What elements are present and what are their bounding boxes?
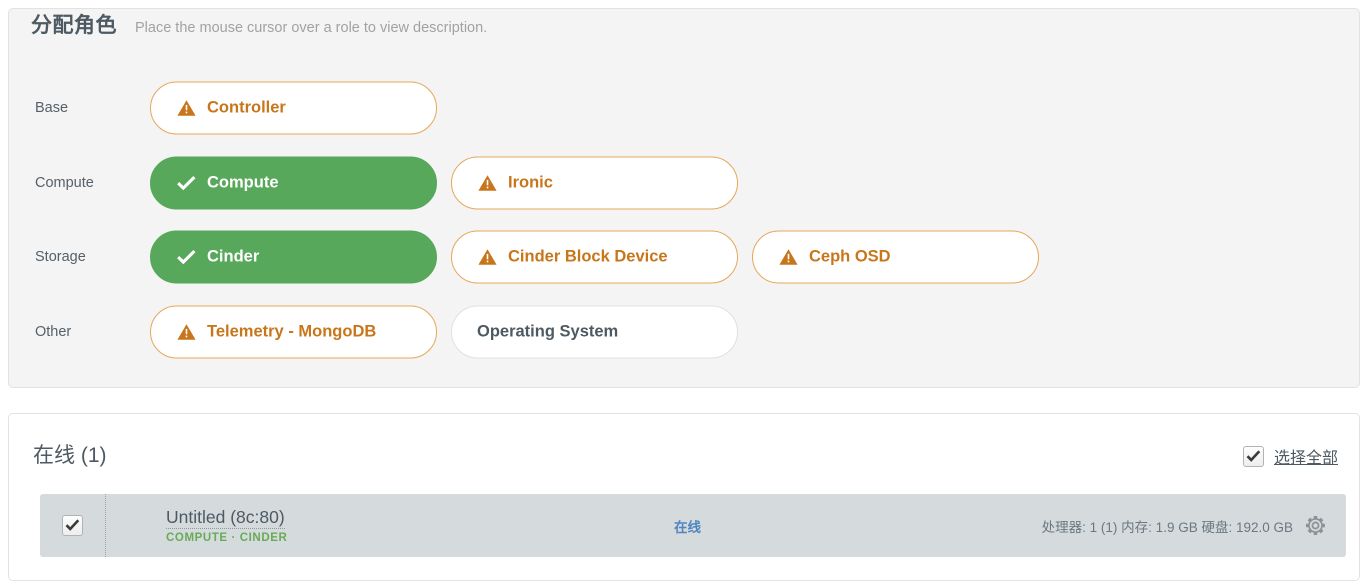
node-checkbox-cell[interactable] <box>40 494 106 557</box>
role-button-cinder-block-device[interactable]: Cinder Block Device <box>451 230 738 284</box>
role-buttons-base: Controller <box>150 81 437 135</box>
role-row-storage: Storage Cinder Cinder Block Device Ceph … <box>9 220 1359 295</box>
table-row[interactable]: Untitled (8c:80) COMPUTE · CINDER 在线 处理器… <box>40 494 1346 557</box>
warning-triangle-icon <box>176 100 196 117</box>
gear-icon <box>1306 516 1325 535</box>
warning-triangle-icon <box>477 249 497 266</box>
node-roles-label: COMPUTE · CINDER <box>166 532 288 545</box>
role-group-label-storage: Storage <box>35 249 86 266</box>
node-hardware-summary: 处理器: 1 (1) 内存: 1.9 GB 硬盘: 192.0 GB <box>1041 519 1293 535</box>
role-buttons-other: Telemetry - MongoDB Operating System <box>150 305 738 359</box>
role-button-label: Cinder Block Device <box>508 247 668 266</box>
role-button-ceph-osd[interactable]: Ceph OSD <box>752 230 1039 284</box>
status-badge[interactable]: 在线 <box>674 516 814 536</box>
role-button-label: Compute <box>207 173 279 192</box>
role-buttons-storage: Cinder Cinder Block Device Ceph OSD <box>150 230 1039 284</box>
page-title: 分配角色 <box>31 14 117 37</box>
nodes-panel: 在线 (1) 选择全部 Untitled (8c:80) COMPUTE · C… <box>8 413 1360 581</box>
nodes-panel-header: 在线 (1) 选择全部 <box>9 414 1359 492</box>
warning-triangle-icon <box>176 323 196 340</box>
role-button-compute[interactable]: Compute <box>150 156 437 210</box>
assign-roles-panel: 分配角色 Place the mouse cursor over a role … <box>8 8 1360 388</box>
select-all-control[interactable]: 选择全部 <box>1242 444 1338 468</box>
warning-triangle-icon <box>477 174 497 191</box>
select-all-label: 选择全部 <box>1273 450 1338 467</box>
node-name-link[interactable]: Untitled (8c:80) <box>166 507 285 530</box>
role-button-label: Ironic <box>508 173 553 192</box>
check-icon <box>176 250 196 265</box>
role-button-cinder[interactable]: Cinder <box>150 230 437 284</box>
role-row-base: Base Controller <box>9 71 1359 146</box>
warning-triangle-icon <box>778 249 798 266</box>
roles-rows: Base Controller Compute Compute Ironic S… <box>9 71 1359 387</box>
role-button-label: Operating System <box>477 322 619 341</box>
node-settings-button[interactable] <box>1303 513 1328 538</box>
roles-panel-header: 分配角色 Place the mouse cursor over a role … <box>9 9 487 71</box>
role-group-label-other: Other <box>35 323 72 340</box>
nodes-group-title: 在线 (1) <box>33 444 107 467</box>
check-icon <box>176 175 196 191</box>
role-row-other: Other Telemetry - MongoDB Operating Syst… <box>9 295 1359 370</box>
node-info: Untitled (8c:80) COMPUTE · CINDER <box>166 507 586 545</box>
role-button-ironic[interactable]: Ironic <box>451 156 738 210</box>
role-group-label-base: Base <box>35 100 69 117</box>
role-button-controller[interactable]: Controller <box>150 81 437 135</box>
role-buttons-compute: Compute Ironic <box>150 156 738 210</box>
node-checkbox[interactable] <box>62 515 83 536</box>
role-button-label: Ceph OSD <box>809 247 891 266</box>
role-button-label: Controller <box>207 98 286 117</box>
role-button-operating-system[interactable]: Operating System <box>451 305 738 359</box>
role-group-label-compute: Compute <box>35 174 94 191</box>
role-button-label: Cinder <box>207 247 260 266</box>
role-button-telemetry-mongodb[interactable]: Telemetry - MongoDB <box>150 305 437 359</box>
roles-hint-text: Place the mouse cursor over a role to vi… <box>135 20 488 36</box>
select-all-checkbox[interactable] <box>1242 445 1264 467</box>
role-row-compute: Compute Compute Ironic <box>9 146 1359 221</box>
role-button-label: Telemetry - MongoDB <box>207 322 377 341</box>
